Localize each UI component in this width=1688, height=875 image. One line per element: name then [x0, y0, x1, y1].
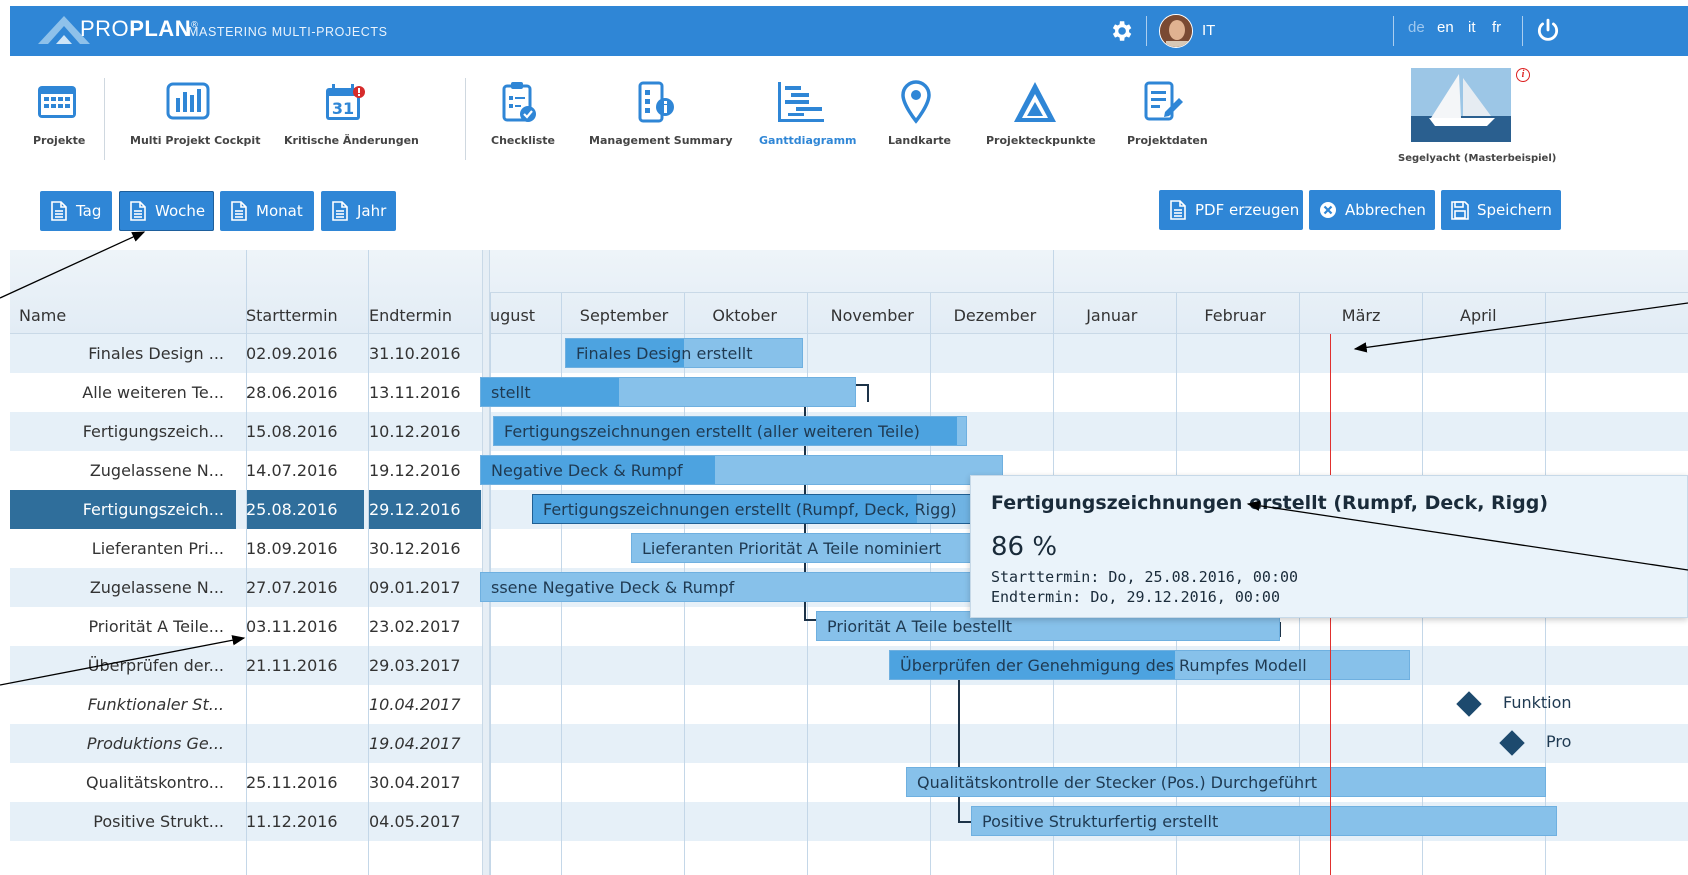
language-fr[interactable]: fr [1492, 19, 1501, 36]
dependency-line [856, 384, 869, 402]
calendar-grid-icon [38, 86, 76, 118]
gantt-bar[interactable]: Finales Design erstellt [565, 338, 803, 368]
scale-month-label: Monat [256, 202, 303, 220]
clipboard-check-icon [502, 82, 536, 122]
nav-label-projektdaten: Projektdaten [1127, 134, 1208, 147]
document-icon [51, 201, 67, 221]
save-button-label: Speichern [1477, 201, 1552, 219]
nav-label-checkliste: Checkliste [491, 134, 556, 147]
milestone-label: Funktion [1503, 693, 1572, 712]
cancel-button-label: Abbrechen [1345, 201, 1426, 219]
gantt-icon [778, 82, 824, 122]
tooltip-title: Fertigungszeichnungen erstellt (Rumpf, D… [991, 492, 1549, 514]
document-icon [332, 201, 348, 221]
milestone-label: Pro [1546, 732, 1572, 751]
gantt-bar-label: Fertigungszeichnungen erstellt (Rumpf, D… [543, 500, 957, 519]
nav-label-ganttdiagramm: Ganttdiagramm [759, 134, 857, 147]
gantt-bar-label: Negative Deck & Rumpf [491, 461, 683, 480]
cancel-button[interactable]: Abbrechen [1309, 190, 1435, 230]
svg-text:31: 31 [332, 99, 354, 118]
nav-label-landkarte: Landkarte [888, 134, 952, 147]
triangle-icon [1014, 82, 1056, 122]
project-thumbnail[interactable] [1411, 68, 1511, 142]
language-en[interactable]: en [1437, 19, 1454, 36]
scale-year-label: Jahr [357, 202, 387, 220]
nav-divider [465, 78, 466, 160]
map-pin-icon [901, 80, 931, 124]
gantt-bar-label: Qualitätskontrolle der Stecker (Pos.) Du… [917, 773, 1318, 792]
document-icon [1170, 200, 1186, 220]
nav-label-projekteckpunkte: Projekteckpunkte [986, 134, 1096, 147]
pdf-button-label: PDF erzeugen [1195, 201, 1300, 219]
document-icon [130, 201, 146, 221]
scale-week-label: Woche [155, 202, 206, 220]
nav-divider [104, 78, 105, 160]
floppy-disk-icon [1451, 201, 1469, 220]
gantt-bar[interactable]: Überprüfen der Genehmigung des Rumpfes M… [889, 650, 1410, 680]
summary-list-icon [638, 81, 674, 123]
brand-tagline: MASTERING MULTI-PROJECTS [188, 25, 388, 39]
header-divider [1522, 16, 1523, 46]
avatar[interactable] [1159, 14, 1193, 48]
gantt-bar[interactable]: Negative Deck & Rumpf [480, 455, 1003, 485]
gantt-bar-label: Finales Design erstellt [576, 344, 753, 363]
close-icon [1320, 202, 1336, 218]
header-divider [1393, 16, 1394, 46]
scale-year-button[interactable]: Jahr [321, 191, 396, 231]
nav-label-management-summary: Management Summary [589, 134, 733, 147]
gantt-bar-label: stellt [491, 383, 531, 402]
scale-day-label: Tag [76, 202, 102, 220]
info-icon[interactable]: i [1516, 68, 1530, 82]
tooltip-start: Starttermin: Do, 25.08.2016, 00:00 [991, 568, 1299, 586]
gantt-bar-label: Fertigungszeichnungen erstellt (aller we… [504, 422, 920, 441]
gantt-bar[interactable]: Lieferanten Priorität A Teile nominiert [631, 533, 983, 563]
brand-name: PROPLAN® [80, 16, 199, 41]
scale-month-button[interactable]: Monat [220, 191, 314, 231]
language-it[interactable]: it [1468, 19, 1476, 36]
edit-document-icon [1144, 81, 1183, 121]
tooltip-percent: 86 % [991, 532, 1058, 562]
tooltip-end: Endtermin: Do, 29.12.2016, 00:00 [991, 588, 1280, 606]
document-icon [231, 201, 247, 221]
gantt-bar-label: Überprüfen der Genehmigung des Rumpfes M… [900, 656, 1307, 675]
task-tooltip: Fertigungszeichnungen erstellt (Rumpf, D… [970, 475, 1688, 618]
power-icon[interactable] [1535, 18, 1561, 44]
nav-label-projekte: Projekte [33, 134, 86, 147]
project-name[interactable]: Segelyacht (Masterbeispiel) [1398, 153, 1556, 164]
app-header: PROPLAN® MASTERING MULTI-PROJECTS IT de … [10, 6, 1688, 56]
gantt-bar-label: Positive Strukturfertig erstellt [982, 812, 1219, 831]
gantt-bar[interactable]: stellt [480, 377, 856, 407]
gear-icon[interactable] [1108, 18, 1134, 44]
gantt-bar[interactable]: Qualitätskontrolle der Stecker (Pos.) Du… [906, 767, 1546, 797]
gantt-bar[interactable]: ssene Negative Deck & Rumpf [480, 572, 1000, 602]
bar-chart-icon [166, 82, 210, 120]
language-de[interactable]: de [1408, 19, 1425, 36]
gantt-bar-label: ssene Negative Deck & Rumpf [491, 578, 735, 597]
user-name[interactable]: IT [1202, 22, 1215, 39]
save-button[interactable]: Speichern [1441, 190, 1561, 230]
header-divider [1146, 16, 1147, 46]
nav-label-kritische-aenderungen: Kritische Änderungen [284, 134, 419, 147]
gantt-bar-label: Priorität A Teile bestellt [827, 617, 1013, 636]
scale-week-button[interactable]: Woche [119, 191, 214, 231]
gantt-bar-label: Lieferanten Priorität A Teile nominiert [642, 539, 942, 558]
calendar-alert-icon: 31 [326, 84, 365, 120]
gantt-bar[interactable]: Positive Strukturfertig erstellt [971, 806, 1557, 836]
nav-label-multi-projekt-cockpit: Multi Projekt Cockpit [130, 134, 261, 147]
pdf-button[interactable]: PDF erzeugen [1159, 190, 1303, 230]
scale-day-button[interactable]: Tag [40, 191, 112, 231]
gantt-bar[interactable]: Fertigungszeichnungen erstellt (aller we… [493, 416, 967, 446]
gantt-bar[interactable]: Fertigungszeichnungen erstellt (Rumpf, D… [532, 494, 980, 524]
